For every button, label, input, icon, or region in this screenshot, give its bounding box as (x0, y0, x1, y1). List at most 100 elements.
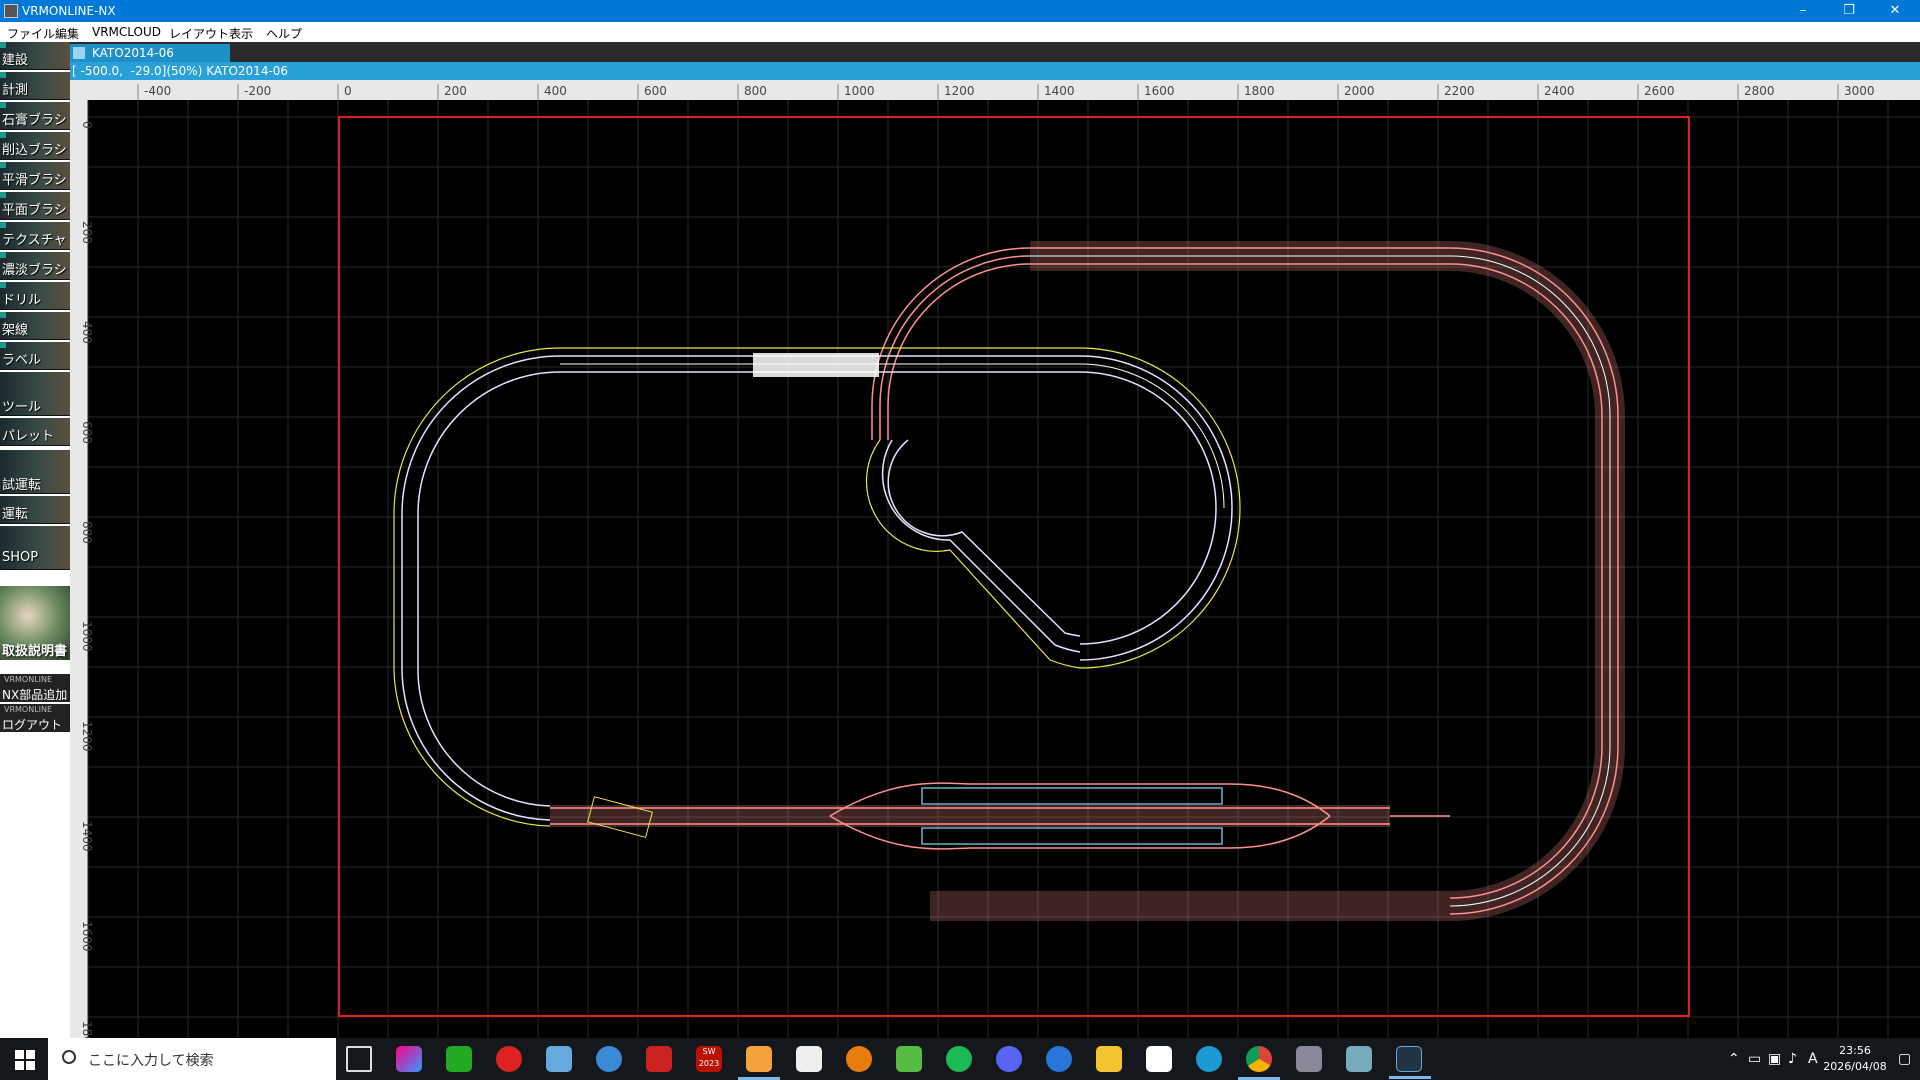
layout-tab[interactable]: KATO2014-06 (70, 44, 230, 62)
ruler-label-top: 1800 (1244, 84, 1275, 98)
station-tracks[interactable] (550, 782, 1450, 850)
maps-app-icon[interactable] (896, 1046, 922, 1072)
layout-canvas[interactable]: -400 -200 0 200 400 600 800 1000 1200 1400 1600 180… (70, 80, 1920, 1038)
inner-oval-track[interactable] (393, 347, 1241, 827)
taskbar: ここに入力して検索 SW 2023 ⌃ ▭ ▣ ♪ A 23:56 2026/0… (0, 1038, 1920, 1080)
ruler-label-top: 2400 (1544, 84, 1575, 98)
vrmonline-nx-icon[interactable] (1389, 1046, 1431, 1079)
menu-help[interactable]: ヘルプ (266, 25, 302, 42)
remote-desktop-icon[interactable] (1346, 1046, 1372, 1072)
ruler-label-top: 2800 (1744, 84, 1775, 98)
file-explorer-icon[interactable] (1096, 1046, 1122, 1072)
volume-icon[interactable]: ♪ (1788, 1051, 1797, 1067)
menu-bar: ファイル 編集 VRMCLOUD レイアウト 表示 ヘルプ (0, 22, 1920, 42)
ruler-label-left: 180 (80, 1021, 94, 1038)
minimize-button[interactable]: – (1780, 0, 1826, 22)
palette-manual[interactable]: 取扱説明書 (0, 586, 70, 660)
ruler-label-top: 400 (544, 84, 567, 98)
swan-app-icon[interactable] (796, 1046, 822, 1072)
spotify-icon[interactable] (946, 1046, 972, 1072)
system-tray: ⌃ ▭ ▣ ♪ A 23:56 2026/04/08 ▢ (1720, 1038, 1920, 1080)
vpn-icon[interactable] (546, 1046, 572, 1072)
ruler-label-top: 600 (644, 84, 667, 98)
teardrop-loop-track[interactable] (865, 439, 1081, 669)
ruler-label-left: 1000 (80, 621, 94, 652)
close-button[interactable]: ✕ (1872, 0, 1918, 22)
layout-drawing[interactable]: -400 -200 0 200 400 600 800 1000 1200 1400 1600 180… (70, 80, 1920, 1038)
ime-indicator[interactable]: A (1808, 1051, 1818, 1067)
ruler-label-top: 2200 (1444, 84, 1475, 98)
ruler-label-top: -200 (244, 84, 271, 98)
ruler-label-left: 600 (80, 421, 94, 444)
search-icon (62, 1050, 76, 1064)
ruler-label-left: 1200 (80, 721, 94, 752)
chevron-up-icon[interactable]: ⌃ (1728, 1051, 1740, 1067)
cad-app-icon[interactable] (646, 1046, 672, 1072)
edge-icon[interactable] (1196, 1046, 1222, 1072)
ruler-label-left: 400 (80, 321, 94, 344)
palette-run[interactable]: 運転 (0, 496, 70, 524)
blender-icon[interactable] (846, 1046, 872, 1072)
palette-pallet[interactable]: パレット (0, 418, 70, 446)
music-player-icon[interactable] (496, 1046, 522, 1072)
palette-carve-brush[interactable]: 削込ブラシ (0, 132, 70, 160)
solidworks-icon[interactable]: SW 2023 (696, 1046, 722, 1072)
palette-measure[interactable]: 計測 (0, 72, 70, 100)
ruler-label-left: 800 (80, 521, 94, 544)
windows-logo-icon (15, 1050, 24, 1059)
window-title: VRMONLINE-NX (22, 4, 116, 18)
menu-file[interactable]: ファイル (7, 25, 55, 42)
palette-texture[interactable]: テクスチャ (0, 222, 70, 250)
solitaire-icon[interactable] (1146, 1046, 1172, 1072)
steam-icon[interactable] (1046, 1046, 1072, 1072)
taskbar-search[interactable]: ここに入力して検索 (48, 1038, 336, 1080)
palette-plaster-brush[interactable]: 石膏ブラシ (0, 102, 70, 130)
palette-test-run[interactable]: 試運転 (0, 450, 70, 494)
ruler-label-top: 200 (444, 84, 467, 98)
ruler-label-top: 1000 (844, 84, 875, 98)
task-view-icon[interactable] (346, 1046, 372, 1072)
palette-shop[interactable]: SHOP (0, 526, 70, 570)
vrmonline-window: VRMONLINE-NX – ❐ ✕ ファイル 編集 VRMCLOUD レイアウ… (0, 0, 1920, 1080)
discord-icon[interactable] (996, 1046, 1022, 1072)
start-button[interactable] (0, 1038, 48, 1080)
coordinate-readout: [ -500.0, -29.0](50%) KATO2014-06 (72, 64, 289, 78)
menu-edit[interactable]: 編集 (55, 25, 79, 42)
camera-icon[interactable] (1296, 1046, 1322, 1072)
ruler-label-left: 1600 (80, 921, 94, 952)
ruler-label-top: 800 (744, 84, 767, 98)
layout-tab-strip: KATO2014-06 (70, 42, 1920, 62)
ruler-label-top: 3000 (1844, 84, 1875, 98)
menu-vrmcloud[interactable]: VRMCLOUD (92, 25, 161, 39)
palette-flat-brush[interactable]: 平面ブラシ (0, 192, 70, 220)
battery-icon[interactable]: ▭ (1748, 1051, 1761, 1067)
palette-catenary[interactable]: 架線 (0, 312, 70, 340)
ruler-label-top: 2600 (1644, 84, 1675, 98)
palette-logout[interactable]: VRMONLINE ログアウト (0, 704, 70, 732)
ruler-label-top: 1600 (1144, 84, 1175, 98)
ruler-label-left: 200 (80, 221, 94, 244)
coordinate-status-bar: [ -500.0, -29.0](50%) KATO2014-06 (70, 62, 1920, 80)
chrome-icon[interactable] (1238, 1046, 1280, 1080)
paint-app-icon[interactable] (596, 1046, 622, 1072)
palette-smooth-brush[interactable]: 平滑ブラシ (0, 162, 70, 190)
palette-label[interactable]: ラベル (0, 342, 70, 370)
ruler-label-top: 0 (344, 84, 352, 98)
maximize-button[interactable]: ❐ (1826, 0, 1872, 22)
palette-tools[interactable]: ツール (0, 372, 70, 416)
palette-nx-add-parts[interactable]: VRMONLINE NX部品追加 (0, 674, 70, 702)
ruler-label-left: 0 (80, 121, 94, 129)
palette-drill[interactable]: ドリル (0, 282, 70, 310)
palette-shade-brush[interactable]: 濃淡ブラシ (0, 252, 70, 280)
media-player-icon[interactable] (738, 1046, 780, 1080)
clock[interactable]: 23:56 2026/04/08 (1820, 1043, 1890, 1075)
copilot-icon[interactable] (396, 1046, 422, 1072)
app-icon (4, 4, 18, 18)
phone-app-icon[interactable] (446, 1046, 472, 1072)
palette-construct[interactable]: 建設 (0, 42, 70, 70)
network-icon[interactable]: ▣ (1768, 1051, 1781, 1067)
menu-layout[interactable]: レイアウト (169, 25, 229, 42)
notification-icon[interactable]: ▢ (1898, 1051, 1911, 1067)
ruler-label-top: 1400 (1044, 84, 1075, 98)
menu-view[interactable]: 表示 (229, 25, 253, 42)
